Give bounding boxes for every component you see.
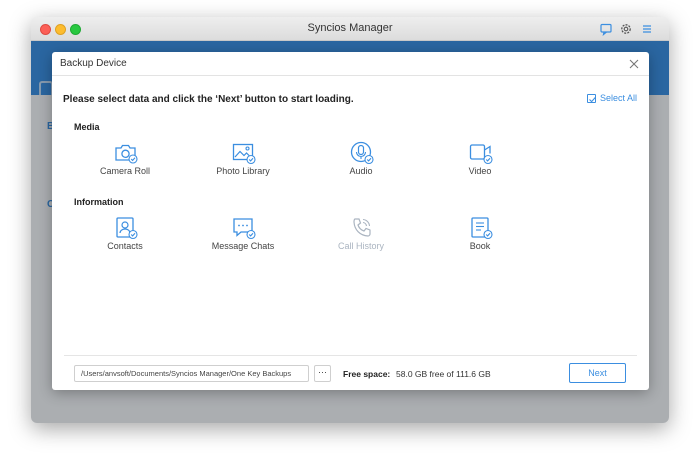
- backup-device-dialog: Backup Device Please select data and cli…: [52, 52, 649, 390]
- data-item-label: Contacts: [107, 241, 143, 251]
- checkbox-checked[interactable]: [586, 93, 596, 103]
- data-item-book[interactable]: Book: [435, 216, 525, 256]
- data-item-message-chats[interactable]: Message Chats: [198, 216, 288, 256]
- data-item-label: Message Chats: [211, 241, 275, 251]
- book-icon: [471, 217, 493, 240]
- menu-icon[interactable]: [640, 22, 654, 36]
- chat-icon[interactable]: [599, 22, 613, 36]
- title-bar: Syncios Manager: [31, 17, 669, 41]
- instruction-text: Please select data and click the ‘Next’ …: [63, 94, 354, 105]
- data-item-label: Call History: [337, 241, 384, 251]
- data-item-call-history: Call History: [316, 216, 406, 256]
- section-title-information: Information: [74, 197, 124, 207]
- data-item-camera-roll[interactable]: Camera Roll: [80, 141, 170, 181]
- browse-button[interactable]: ···: [314, 365, 331, 382]
- data-item-label: Book: [469, 241, 491, 251]
- data-item-label: Audio: [349, 166, 373, 176]
- data-item-label: Video: [468, 166, 492, 176]
- select-all-label: Select All: [599, 93, 637, 103]
- free-space-value: 58.0 GB free of 111.6 GB: [396, 369, 491, 379]
- footer-divider: [64, 355, 637, 356]
- camera-icon: [115, 144, 138, 164]
- section-title-media: Media: [74, 122, 100, 132]
- select-all-checkbox[interactable]: Select All: [586, 93, 637, 103]
- dialog-title: Backup Device: [60, 58, 127, 69]
- contacts-icon: [116, 217, 138, 240]
- data-item-label: Camera Roll: [99, 166, 150, 176]
- data-item-video[interactable]: Video: [435, 141, 525, 181]
- video-icon: [469, 144, 493, 165]
- data-item-contacts[interactable]: Contacts: [80, 216, 170, 256]
- close-icon[interactable]: [627, 57, 641, 71]
- data-item-label: Photo Library: [216, 166, 270, 176]
- window-title: Syncios Manager: [307, 22, 393, 34]
- dialog-header: Backup Device: [52, 52, 649, 76]
- phone-icon: [353, 218, 371, 237]
- data-item-audio[interactable]: Audio: [316, 141, 406, 181]
- check-icon: [589, 96, 596, 102]
- backup-path-field[interactable]: /Users/anvsoft/Documents/Syncios Manager…: [74, 365, 309, 382]
- free-space-label: Free space:: [343, 369, 391, 379]
- photo-icon: [232, 143, 256, 165]
- data-item-photo-library[interactable]: Photo Library: [198, 141, 288, 181]
- next-button[interactable]: Next: [569, 363, 626, 383]
- message-icon: [233, 218, 256, 240]
- microphone-icon: [350, 141, 374, 165]
- gear-icon[interactable]: [619, 22, 633, 36]
